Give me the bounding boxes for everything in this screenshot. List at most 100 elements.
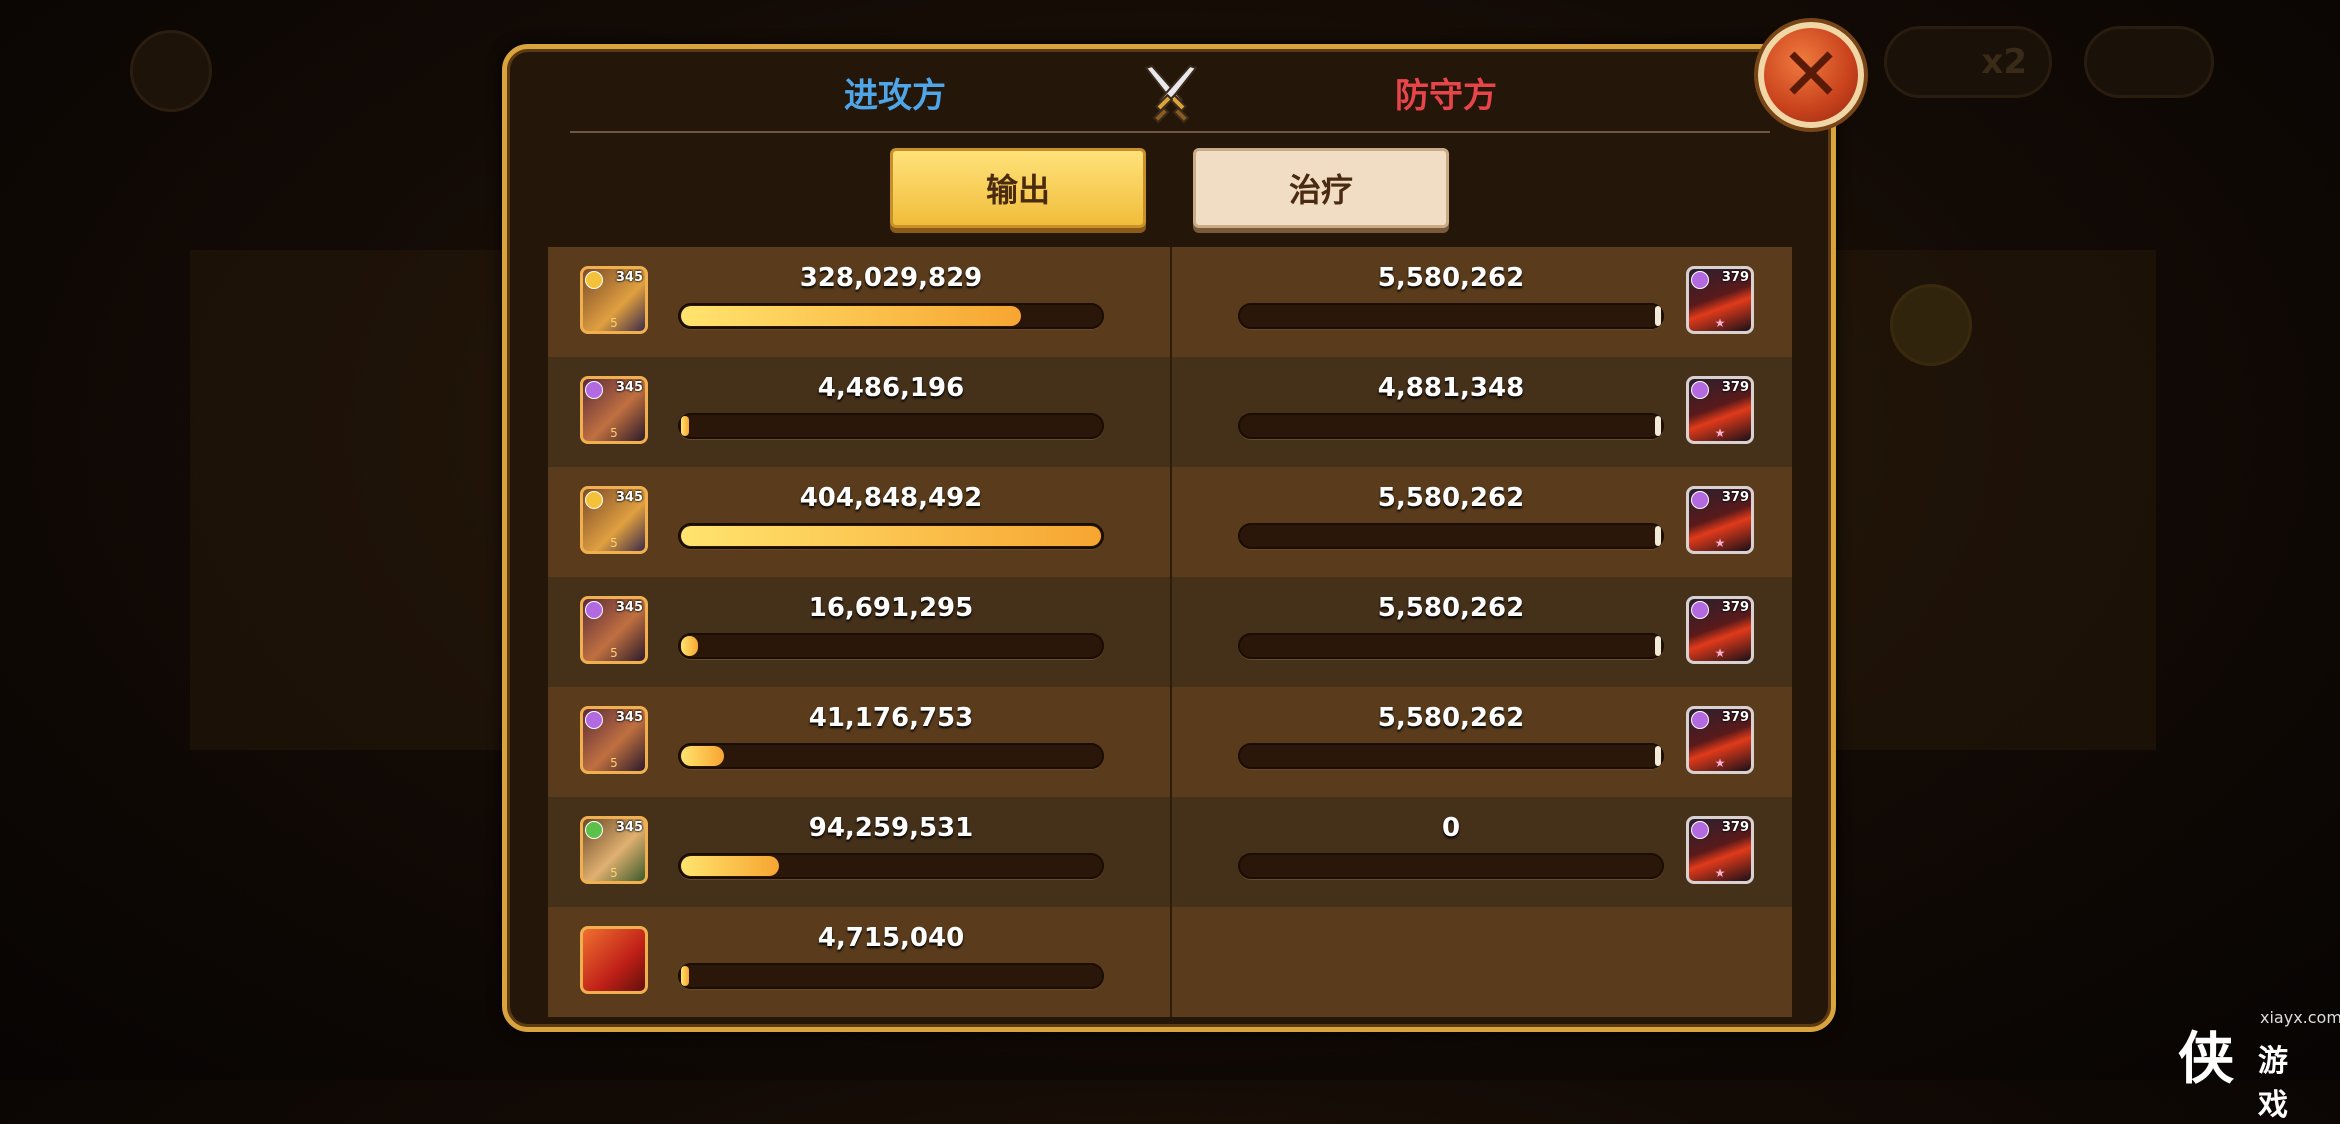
defender-hero-portrait[interactable]: 379 ★ [1686,706,1754,774]
attacker-damage-bar-fill [681,856,779,876]
attacker-damage-value: 16,691,295 [808,593,974,623]
defender-damage-value: 5,580,262 [1377,263,1525,293]
background-left-scene [190,250,502,750]
dark-element-icon [585,601,603,619]
background-right-scene [1836,250,2156,750]
defender-damage-value: 5,580,262 [1377,483,1525,513]
attacker-hero-portrait[interactable] [580,926,648,994]
hero-star-rank: 5 [610,426,618,440]
defender-hero-portrait[interactable]: 379 ★ [1686,596,1754,664]
attacker-damage-bar [678,413,1104,439]
defender-title: 防守方 [1395,76,1497,116]
defender-damage-bar [1238,523,1664,549]
defender-damage-value: 4,881,348 [1377,373,1525,403]
defender-hero-portrait[interactable]: 379 ★ [1686,266,1754,334]
dark-element-icon [1691,271,1709,289]
hero-level: 345 [615,820,643,835]
attacker-title: 进攻方 [844,76,946,116]
hero-star-rank: ★ [1714,866,1726,880]
attacker-hero-portrait[interactable]: 345 5 [580,266,648,334]
attacker-damage-value: 4,486,196 [817,373,965,403]
attacker-damage-bar-fill [681,416,689,436]
attacker-damage-value: 4,715,040 [817,923,965,953]
dark-element-icon [1691,381,1709,399]
watermark-site: xiayx.com [2260,1008,2340,1027]
defender-hero-portrait[interactable]: 379 ★ [1686,816,1754,884]
hero-star-rank: ★ [1714,536,1726,550]
hero-star-rank: ★ [1714,316,1726,330]
dark-element-icon [585,711,603,729]
close-button[interactable]: ✕ [1758,22,1864,128]
dark-element-icon [1691,491,1709,509]
crossed-swords-icon [1144,64,1198,124]
watermark-big-char: 侠 [2178,1026,2234,1092]
attacker-damage-bar [678,303,1104,329]
attacker-damage-value: 94,259,531 [808,813,974,843]
defender-damage-value: 5,580,262 [1377,593,1525,623]
hero-level: 345 [615,600,643,615]
dark-element-icon [1691,601,1709,619]
defender-damage-bar [1238,853,1664,879]
hero-level: 379 [1721,270,1749,285]
dark-element-icon [1691,711,1709,729]
defender-damage-bar-fill [1655,746,1661,766]
hero-level: 379 [1721,820,1749,835]
defender-damage-value: 5,580,262 [1377,703,1525,733]
hero-star-rank: 5 [610,866,618,880]
attacker-damage-value: 404,848,492 [799,483,983,513]
hero-level: 379 [1721,490,1749,505]
hero-level: 379 [1721,380,1749,395]
attacker-damage-bar-fill [681,306,1022,326]
hero-star-rank: 5 [610,756,618,770]
attacker-hero-portrait[interactable]: 345 5 [580,376,648,444]
attacker-hero-portrait[interactable]: 345 5 [580,816,648,884]
attacker-damage-bar-fill [681,636,699,656]
defender-damage-bar-fill [1655,526,1661,546]
attacker-damage-bar-fill [681,526,1101,546]
attacker-damage-value: 41,176,753 [808,703,974,733]
defender-hero-portrait[interactable]: 379 ★ [1686,376,1754,444]
attacker-damage-bar [678,633,1104,659]
background-menu-button [130,30,212,112]
hero-level: 345 [615,270,643,285]
dark-element-icon [585,381,603,399]
attacker-damage-bar [678,963,1104,989]
hero-level: 379 [1721,600,1749,615]
hero-star-rank: ★ [1714,756,1726,770]
attacker-damage-bar [678,523,1104,549]
hero-star-rank: 5 [610,536,618,550]
column-divider [1170,247,1172,1017]
hero-level: 345 [615,380,643,395]
defender-damage-bar-fill [1655,306,1661,326]
hero-star-rank: 5 [610,646,618,660]
watermark-name: 游戏 [2258,1044,2288,1123]
hero-level: 379 [1721,710,1749,725]
hero-star-rank: 5 [610,316,618,330]
dark-element-icon [1691,821,1709,839]
attacker-damage-bar [678,743,1104,769]
attacker-hero-portrait[interactable]: 345 5 [580,706,648,774]
defender-damage-bar-fill [1655,636,1661,656]
attacker-hero-portrait[interactable]: 345 5 [580,486,648,554]
background-speed-button: x2 [1884,26,2052,98]
hero-level: 345 [615,490,643,505]
defender-damage-bar [1238,303,1664,329]
hero-star-rank: ★ [1714,426,1726,440]
close-icon: ✕ [1779,32,1842,118]
attacker-damage-bar [678,853,1104,879]
light-element-icon [585,271,603,289]
attacker-damage-bar-fill [681,746,724,766]
tab-heal[interactable]: 治疗 [1193,148,1449,228]
defender-damage-bar-fill [1655,416,1661,436]
attacker-hero-portrait[interactable]: 345 5 [580,596,648,664]
background-speed-label: x2 [1981,42,2027,82]
defender-damage-bar [1238,413,1664,439]
hero-level: 345 [615,710,643,725]
attacker-damage-value: 328,029,829 [799,263,983,293]
defender-damage-bar [1238,633,1664,659]
header-divider [570,131,1770,133]
hero-star-rank: ★ [1714,646,1726,660]
tab-output[interactable]: 输出 [890,148,1146,228]
defender-damage-bar [1238,743,1664,769]
defender-hero-portrait[interactable]: 379 ★ [1686,486,1754,554]
